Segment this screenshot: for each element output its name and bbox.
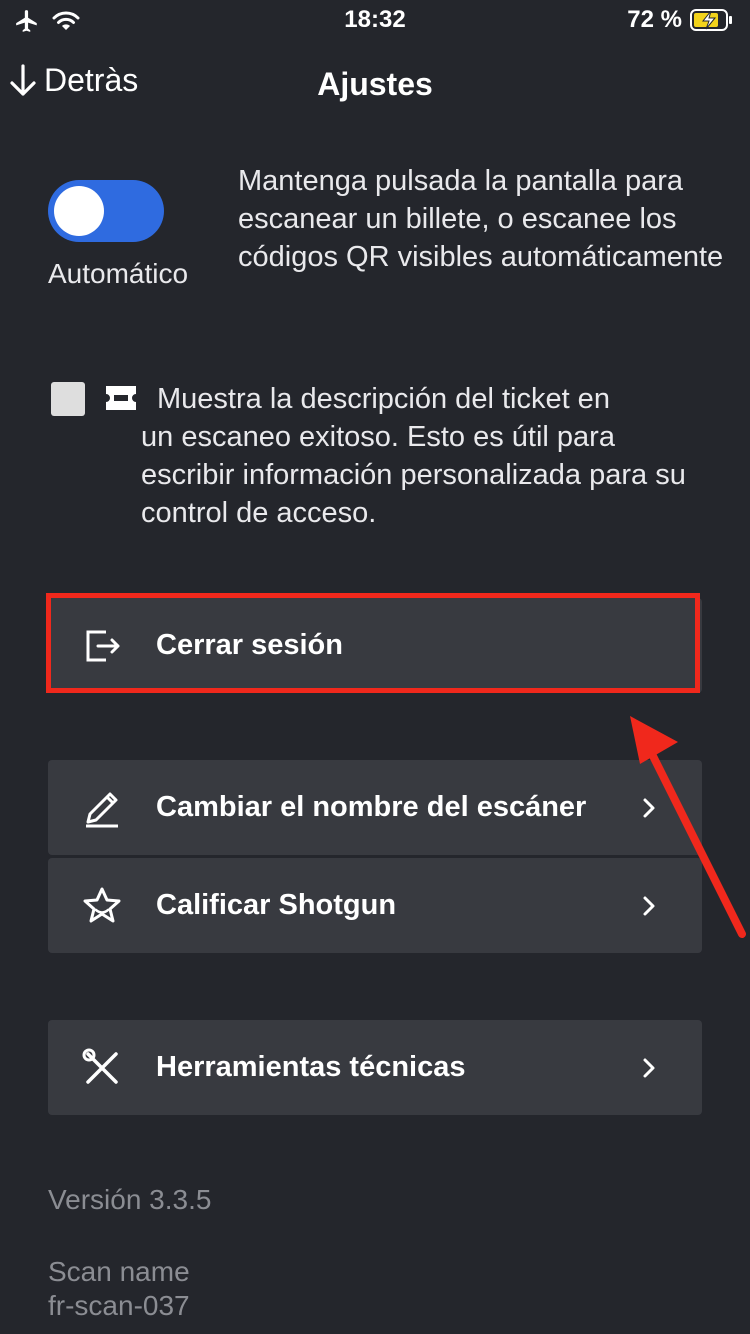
ticket-description-text: Muestra la descripción del ticket en un … xyxy=(141,380,701,532)
ticket-description-line1: Muestra la descripción del ticket en xyxy=(157,383,610,415)
battery-charging-icon xyxy=(690,9,732,31)
technical-tools-button[interactable]: Herramientas técnicas xyxy=(48,1020,702,1115)
rename-scanner-label: Cambiar el nombre del escáner xyxy=(156,791,587,823)
app-version: Versión 3.3.5 xyxy=(48,1184,212,1215)
automatic-description: Mantenga pulsada la pantalla para escane… xyxy=(238,165,724,273)
rate-shotgun-label: Calificar Shotgun xyxy=(156,889,397,921)
settings-screen: 18:32 72 % Detràs Ajustes Automático Man… xyxy=(0,0,750,1334)
logout-icon xyxy=(86,630,120,661)
annotation-arrow xyxy=(630,716,746,938)
scan-name-value: fr-scan-037 xyxy=(48,1290,190,1321)
toggle-knob xyxy=(54,186,104,236)
logout-button[interactable]: Cerrar sesión xyxy=(48,598,702,693)
logout-label: Cerrar sesión xyxy=(156,629,343,661)
status-right: 72 % xyxy=(627,6,734,34)
ticket-description-checkbox[interactable] xyxy=(51,382,85,416)
rename-scanner-button[interactable]: Cambiar el nombre del escáner xyxy=(48,760,702,855)
automatic-label: Automático xyxy=(48,258,189,289)
page-title: Ajustes xyxy=(317,66,433,102)
chevron-right-icon xyxy=(643,1058,655,1077)
pencil-icon xyxy=(86,792,118,827)
battery-percent: 72 % xyxy=(627,6,682,33)
rate-shotgun-button[interactable]: Calificar Shotgun xyxy=(48,858,702,953)
status-bar: 18:32 72 % xyxy=(0,0,750,44)
star-icon xyxy=(83,887,121,922)
automatic-toggle[interactable] xyxy=(48,180,164,242)
scan-name-block: Scan name fr-scan-037 xyxy=(48,1255,190,1323)
navigation-bar: Detràs Ajustes xyxy=(0,60,750,112)
scan-name-label: Scan name xyxy=(48,1256,190,1287)
ticket-description-rest: un escaneo exitoso. Esto es útil para es… xyxy=(141,421,686,529)
tools-icon xyxy=(82,1048,118,1084)
ticket-icon xyxy=(106,386,136,410)
technical-tools-label: Herramientas técnicas xyxy=(156,1051,466,1083)
